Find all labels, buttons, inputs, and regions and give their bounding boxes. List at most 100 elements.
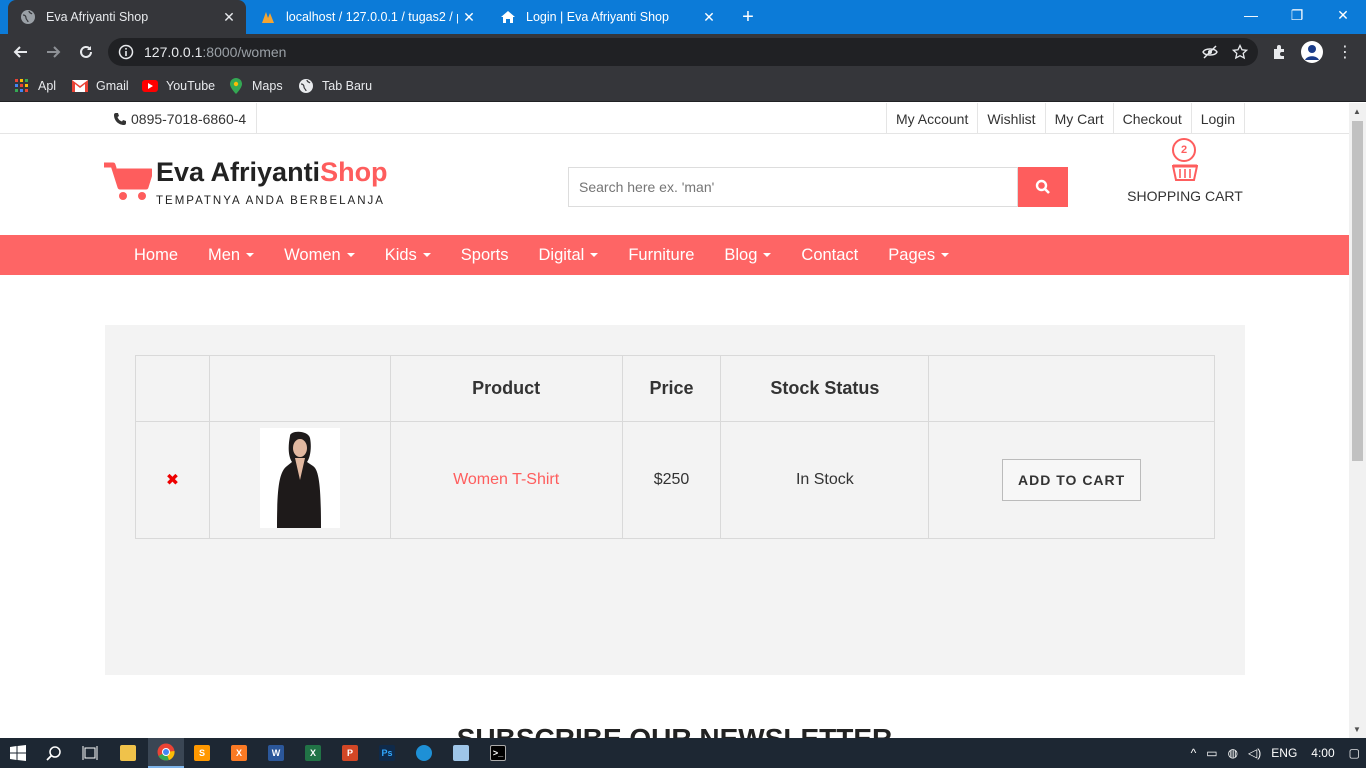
close-window-icon[interactable]: ✕ — [1320, 0, 1366, 30]
photoshop-icon[interactable]: Ps — [369, 738, 405, 768]
globe-icon — [20, 9, 36, 25]
brand-tagline: TEMPATNYA ANDA BERBELANJA — [156, 195, 385, 207]
bookmark-label: Gmail — [96, 79, 129, 93]
bookmark-gmail[interactable]: Gmail — [72, 76, 129, 96]
forward-arrow-icon[interactable] — [40, 39, 66, 65]
add-to-cart-button[interactable]: ADD TO CART — [1002, 459, 1142, 501]
bookmark-maps[interactable]: Maps — [228, 76, 283, 96]
nav-item-label: Women — [284, 245, 341, 264]
nav-item-label: Kids — [384, 245, 417, 264]
shopping-cart-widget[interactable]: 2 SHOPPING CART — [1120, 138, 1250, 208]
nav-item-kids[interactable]: Kids — [370, 235, 446, 275]
file-explorer-icon[interactable] — [110, 738, 146, 768]
main-navigation: Home Men Women Kids Sports Digital Furniture Bl… — [0, 235, 1349, 275]
scrollbar-thumb[interactable] — [1352, 121, 1363, 461]
network-icon[interactable]: ▭ — [1206, 746, 1217, 760]
link-my-account[interactable]: My Account — [885, 103, 977, 134]
caret-down-icon — [941, 253, 950, 257]
notifications-icon[interactable]: ▢ — [1349, 746, 1360, 760]
bookmark-apps[interactable]: Apl — [14, 76, 56, 96]
clock[interactable]: 4:00 — [1311, 746, 1334, 760]
bookmark-youtube[interactable]: YouTube — [142, 76, 215, 96]
brand-accent: Shop — [320, 157, 388, 187]
chevron-up-icon[interactable]: ^ — [1191, 746, 1197, 760]
reload-icon[interactable] — [73, 39, 99, 65]
nav-item-label: Contact — [801, 245, 859, 264]
tab-close-icon[interactable]: ✕ — [458, 9, 480, 26]
window-app-icon[interactable] — [443, 738, 479, 768]
search-button[interactable] — [1018, 167, 1068, 207]
new-tab-button[interactable]: + — [736, 5, 760, 29]
scroll-down-icon[interactable]: ▼ — [1353, 725, 1361, 734]
remove-icon[interactable]: ✖ — [166, 472, 179, 489]
bookmarks-bar: Apl Gmail YouTube Maps Tab Baru — [0, 70, 1366, 102]
search-bar — [568, 167, 1068, 207]
bookmark-label: Apl — [38, 79, 57, 93]
nav-item-blog[interactable]: Blog — [709, 235, 786, 275]
sublime-text-icon[interactable]: S — [184, 738, 220, 768]
address-bar[interactable]: 127.0.0.1:8000/women — [108, 38, 1258, 66]
globe-icon[interactable]: ◍ — [1228, 746, 1238, 760]
bookmark-label: Maps — [252, 79, 283, 93]
caret-down-icon — [590, 253, 599, 257]
xampp-icon[interactable]: X — [221, 738, 257, 768]
more-menu-icon[interactable]: ⋮ — [1332, 39, 1358, 65]
bookmark-tab-baru[interactable]: Tab Baru — [298, 76, 372, 96]
tab-login[interactable]: Login | Eva Afriyanti Shop ✕ — [488, 0, 726, 34]
nav-item-sports[interactable]: Sports — [446, 235, 524, 275]
nav-item-women[interactable]: Women — [269, 235, 370, 275]
cart-count-badge: 2 — [1172, 138, 1196, 162]
extensions-puzzle-icon[interactable] — [1266, 39, 1292, 65]
language-indicator[interactable]: ENG — [1271, 746, 1297, 760]
nav-item-men[interactable]: Men — [193, 235, 269, 275]
product-image[interactable] — [259, 427, 340, 528]
nav-item-home[interactable]: Home — [119, 235, 193, 275]
profile-avatar[interactable] — [1299, 39, 1325, 65]
caret-down-icon — [763, 253, 772, 257]
product-name-link[interactable]: Women T-Shirt — [453, 471, 559, 488]
table-row: ✖ Women T-Shirt $250 In Stock ADD TO CAR… — [135, 421, 1215, 539]
tab-close-icon[interactable]: ✕ — [218, 9, 240, 26]
info-icon[interactable] — [118, 44, 134, 60]
windows-start-icon[interactable] — [0, 738, 36, 768]
nav-item-contact[interactable]: Contact — [786, 235, 873, 275]
star-icon[interactable] — [1232, 44, 1248, 60]
nav-item-digital[interactable]: Digital — [523, 235, 613, 275]
windows-taskbar: S X W X P Ps >_ ^ ▭ ◍ ◁) ENG 4:00 ▢ — [0, 738, 1366, 768]
search-icon[interactable] — [36, 738, 72, 768]
scroll-up-icon[interactable]: ▲ — [1353, 107, 1361, 116]
gmail-icon — [72, 78, 88, 94]
link-checkout[interactable]: Checkout — [1112, 103, 1191, 134]
tab-close-icon[interactable]: ✕ — [698, 9, 720, 26]
tab-title: localhost / 127.0.0.1 / tugas2 / pr — [286, 10, 458, 24]
home-icon — [500, 9, 516, 25]
link-wishlist[interactable]: Wishlist — [977, 103, 1044, 134]
stock-status: In Stock — [795, 471, 854, 488]
caret-down-icon — [422, 253, 431, 257]
nav-item-furniture[interactable]: Furniture — [613, 235, 709, 275]
chrome-taskbar-icon[interactable] — [148, 738, 184, 768]
command-prompt-icon[interactable]: >_ — [480, 738, 516, 768]
link-my-cart[interactable]: My Cart — [1044, 103, 1113, 134]
nav-item-pages[interactable]: Pages — [873, 235, 964, 275]
system-tray: ^ ▭ ◍ ◁) ENG 4:00 ▢ — [1191, 738, 1366, 768]
edge-icon[interactable] — [406, 738, 442, 768]
word-icon[interactable]: W — [258, 738, 294, 768]
back-arrow-icon[interactable] — [8, 39, 34, 65]
powerpoint-icon[interactable]: P — [332, 738, 368, 768]
tab-phpmyadmin[interactable]: localhost / 127.0.0.1 / tugas2 / pr ✕ — [248, 0, 486, 34]
excel-icon[interactable]: X — [295, 738, 331, 768]
nav-item-label: Sports — [460, 245, 509, 264]
table-header-row: Product Price Stock Status — [135, 355, 1215, 422]
phone-contact: 0895-7018-6860-4 — [104, 103, 258, 134]
restore-icon[interactable]: ❐ — [1274, 0, 1320, 30]
tab-eva-shop[interactable]: Eva Afriyanti Shop ✕ — [8, 0, 246, 34]
search-input[interactable] — [568, 167, 1018, 207]
brand-main: Eva Afriyanti — [156, 157, 321, 187]
page-scrollbar[interactable]: ▲ ▼ — [1349, 103, 1366, 738]
minimize-icon[interactable]: — — [1228, 0, 1274, 30]
link-login[interactable]: Login — [1190, 103, 1245, 134]
task-view-icon[interactable] — [72, 738, 108, 768]
volume-icon[interactable]: ◁) — [1248, 746, 1261, 760]
eye-off-icon[interactable] — [1202, 44, 1218, 60]
